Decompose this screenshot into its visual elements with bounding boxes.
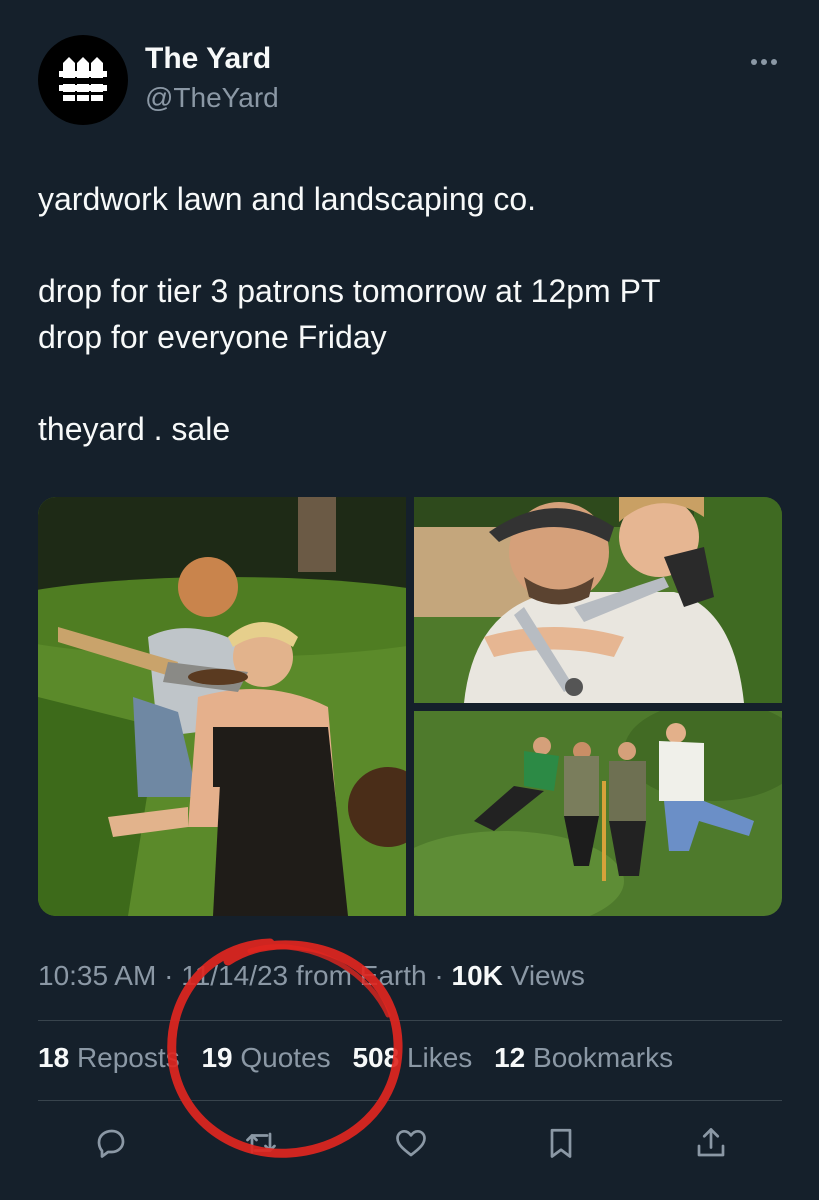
tweet-line: yardwork lawn and landscaping co. <box>38 181 537 217</box>
like-button[interactable] <box>388 1120 434 1166</box>
tweet-text: yardwork lawn and landscaping co. drop f… <box>38 176 783 452</box>
share-button[interactable] <box>688 1120 734 1166</box>
photo-shovel-lawn[interactable] <box>38 497 406 916</box>
tweet-date[interactable]: 11/14/23 <box>181 960 288 991</box>
bookmarks-stat[interactable]: 12 Bookmarks <box>494 1042 673 1073</box>
media-grid <box>38 497 782 916</box>
engagement-stats: 18 Reposts 19 Quotes 508 Likes 12 Bookma… <box>38 1042 687 1074</box>
quotes-stat[interactable]: 19 Quotes <box>201 1042 330 1073</box>
tweet-time[interactable]: 10:35 AM <box>38 960 156 991</box>
views-label: Views <box>502 960 585 991</box>
divider <box>38 1100 782 1101</box>
likes-stat[interactable]: 508 Likes <box>352 1042 472 1073</box>
tweet-source: from Earth <box>288 960 427 991</box>
views-count: 10K <box>451 960 503 991</box>
fence-logo-icon <box>59 57 107 101</box>
author-handle[interactable]: @TheYard <box>145 82 279 114</box>
tweet-link[interactable]: theyard . sale <box>38 406 783 452</box>
repost-icon <box>246 1132 276 1154</box>
author-name[interactable]: The Yard <box>145 42 271 76</box>
avatar[interactable] <box>38 35 128 125</box>
tweet-meta: 10:35 AM · 11/14/23 from Earth · 10K Vie… <box>38 960 585 991</box>
tweet-detail: The Yard @TheYard yardwork lawn and land… <box>0 0 819 1200</box>
reply-icon <box>97 1129 125 1158</box>
reply-button[interactable] <box>88 1120 134 1166</box>
photo-group-lying-on-grass[interactable] <box>414 711 782 916</box>
reposts-stat[interactable]: 18 Reposts <box>38 1042 180 1073</box>
more-options-button[interactable] <box>742 45 786 79</box>
tweet-line: drop for tier 3 patrons tomorrow at 12pm… <box>38 273 661 355</box>
action-bar <box>38 1120 782 1166</box>
photo-hedge-shears[interactable] <box>414 497 782 703</box>
bookmark-button[interactable] <box>538 1120 584 1166</box>
like-icon <box>396 1129 426 1157</box>
share-icon <box>697 1128 725 1157</box>
more-dots-icon <box>751 59 757 65</box>
divider <box>38 1020 782 1021</box>
bookmark-icon <box>550 1128 572 1158</box>
repost-button[interactable] <box>238 1120 284 1166</box>
